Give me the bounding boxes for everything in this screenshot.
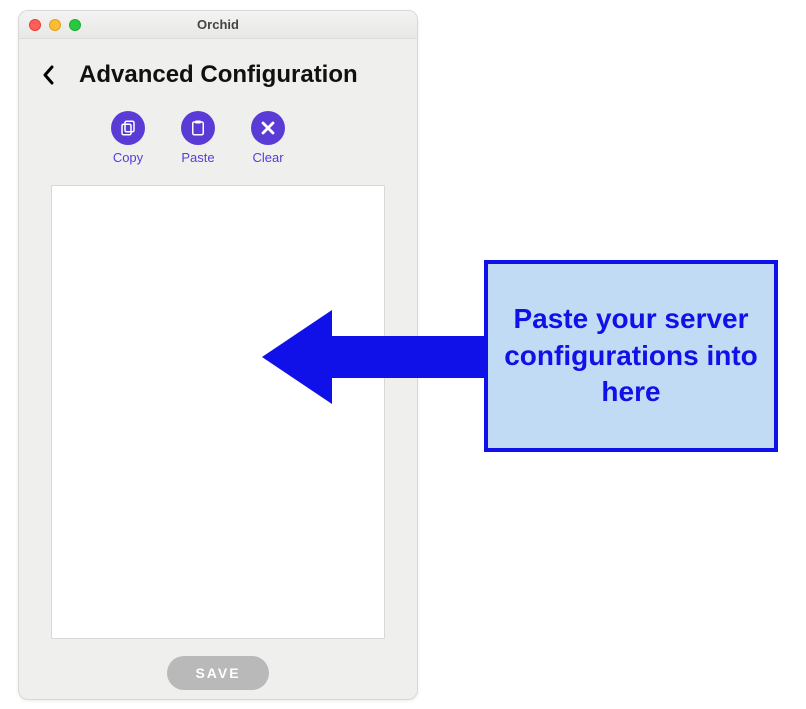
header-row: Advanced Configuration [33, 61, 403, 97]
save-row: SAVE [33, 644, 403, 690]
textarea-wrap [33, 179, 403, 644]
paste-button[interactable]: Paste [181, 111, 215, 165]
annotation-callout: Paste your server configurations into he… [484, 260, 778, 452]
config-textarea[interactable] [51, 185, 385, 639]
copy-label: Copy [113, 150, 143, 165]
window-minimize-button[interactable] [49, 19, 61, 31]
window-maximize-button[interactable] [69, 19, 81, 31]
back-button[interactable] [37, 63, 61, 87]
paste-label: Paste [181, 150, 214, 165]
annotation-text: Paste your server configurations into he… [502, 301, 760, 410]
save-button[interactable]: SAVE [167, 656, 268, 690]
clear-button[interactable]: Clear [251, 111, 285, 165]
clear-label: Clear [252, 150, 283, 165]
page-title: Advanced Configuration [79, 61, 358, 89]
paste-icon [181, 111, 215, 145]
titlebar[interactable]: Orchid [19, 11, 417, 39]
content-area: Advanced Configuration Copy [19, 39, 417, 700]
copy-icon [111, 111, 145, 145]
chevron-left-icon [41, 65, 57, 85]
window-close-button[interactable] [29, 19, 41, 31]
close-icon [251, 111, 285, 145]
app-window: Orchid Advanced Configuration Copy [18, 10, 418, 700]
action-row: Copy Paste Clear [33, 97, 403, 179]
traffic-lights [19, 19, 81, 31]
copy-button[interactable]: Copy [111, 111, 145, 165]
